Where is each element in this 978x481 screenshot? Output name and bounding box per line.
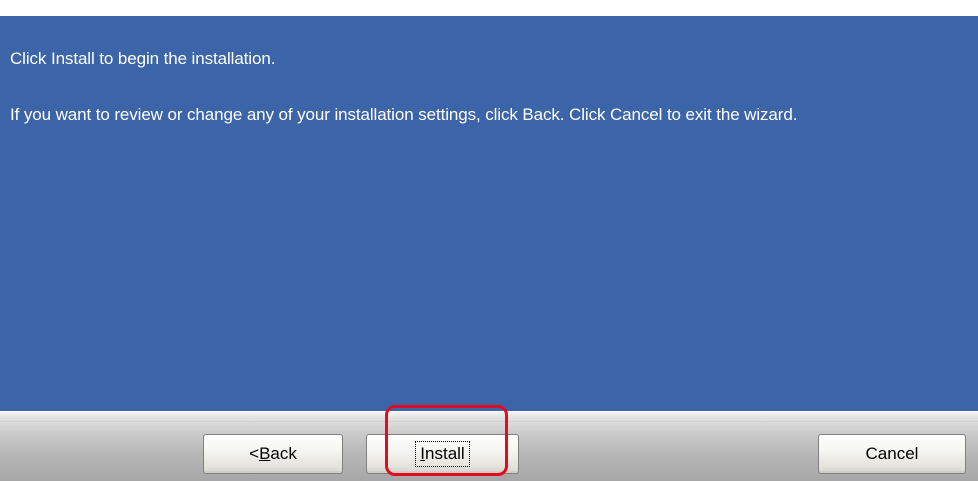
back-button[interactable]: < Back — [203, 434, 343, 474]
back-button-prefix: < — [249, 444, 260, 463]
install-button[interactable]: Install — [366, 434, 519, 474]
cancel-button-label: Cancel — [865, 444, 919, 463]
install-button-focus-rect: Install — [415, 441, 470, 467]
install-button-label-rest: nstall — [425, 444, 465, 463]
install-instruction-text: Click Install to begin the installation. — [10, 49, 276, 68]
top-white-strip — [0, 0, 978, 16]
review-settings-text: If you want to review or change any of y… — [10, 105, 798, 124]
button-bar-divider — [0, 421, 978, 422]
cancel-button[interactable]: Cancel — [818, 434, 966, 474]
installer-wizard-window: Click Install to begin the installation.… — [0, 0, 978, 481]
back-button-label-rest: ack — [270, 444, 297, 463]
back-button-mnemonic: B — [259, 444, 271, 463]
